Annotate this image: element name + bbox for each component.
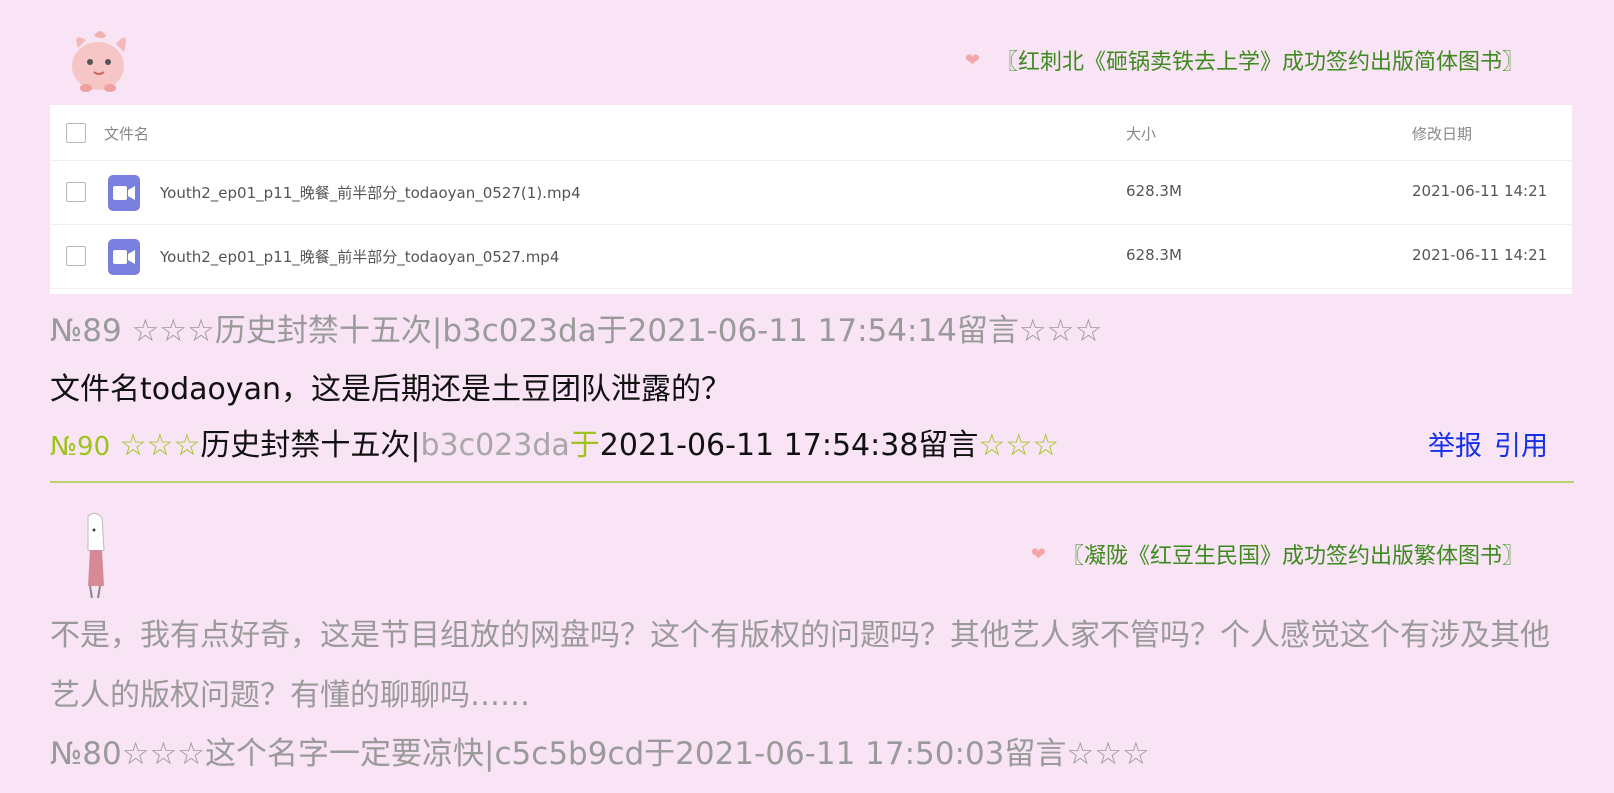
- report-link[interactable]: 举报: [1428, 431, 1482, 462]
- file-date: 2021-06-11 14:21: [1412, 246, 1548, 264]
- user-signature-2: ❤ 〖凝陇《红豆生民国》成功签约出版繁体图书〗: [1031, 538, 1524, 570]
- video-file-icon: [108, 175, 140, 211]
- header-file-name[interactable]: 文件名: [104, 123, 149, 144]
- heart-icon: ❤: [964, 49, 980, 71]
- file-name[interactable]: Youth2_ep01_p11_晚餐_前半部分_todaoyan_0527(1)…: [160, 182, 581, 203]
- quote-link[interactable]: 引用: [1494, 431, 1548, 462]
- comment-header-89: №89 ☆☆☆历史封禁十五次|b3c023da于2021-06-11 17:54…: [50, 313, 1103, 349]
- comment-header-90: №90 ☆☆☆历史封禁十五次|b3c023da于2021-06-11 17:54…: [50, 420, 1059, 464]
- user-avatar-2: [87, 512, 105, 599]
- post-body: 不是，我有点好奇，这是节目组放的网盘吗？这个有版权的问题吗？其他艺人家不管吗？个…: [50, 618, 1550, 713]
- user-signature-1: ❤ 〖红刺北《砸锅卖铁去上学》成功签约出版简体图书〗: [965, 44, 1524, 76]
- header-size[interactable]: 大小: [1126, 123, 1156, 144]
- comment-actions: 举报 引用: [1416, 424, 1548, 463]
- comment-number: №90: [50, 432, 111, 462]
- post-divider: [50, 481, 1574, 483]
- stars-right: ☆☆☆: [978, 428, 1060, 463]
- table-row[interactable]: Youth2_ep01_p11_晚餐_前半部分_todaoyan_0527(1)…: [50, 161, 1572, 225]
- file-size: 628.3M: [1126, 182, 1182, 200]
- header-modified-date[interactable]: 修改日期: [1412, 123, 1472, 144]
- table-header-row: 文件名 大小 修改日期: [50, 105, 1572, 161]
- comment-timestamp: 2021-06-11 17:54:38留言: [599, 428, 979, 463]
- row-checkbox[interactable]: [66, 182, 86, 202]
- heart-icon: ❤: [1030, 543, 1046, 565]
- separator: |: [410, 428, 421, 463]
- comment-user-id: b3c023da: [420, 428, 570, 463]
- row-checkbox[interactable]: [66, 246, 86, 266]
- file-date: 2021-06-11 14:21: [1412, 182, 1548, 200]
- user-avatar-1: [72, 31, 126, 92]
- select-all-checkbox[interactable]: [66, 123, 86, 143]
- comment-header-80: №80☆☆☆这个名字一定要凉快|c5c5b9cd于2021-06-11 17:5…: [50, 736, 1150, 772]
- comment-author: 历史封禁十五次: [200, 428, 411, 463]
- comment-body-question: 文件名todaoyan，这是后期还是土豆团队泄露的？: [50, 372, 732, 407]
- page: ❤ 〖红刺北《砸锅卖铁去上学》成功签约出版简体图书〗 文件名 大小 修改日期 Y…: [0, 0, 1614, 793]
- file-size: 628.3M: [1126, 246, 1182, 264]
- signature-text: 〖红刺北《砸锅卖铁去上学》成功签约出版简体图书〗: [995, 50, 1524, 75]
- stars-left: ☆☆☆: [110, 428, 201, 463]
- video-file-icon: [108, 239, 140, 275]
- table-row[interactable]: Youth2_ep01_p11_晚餐_前半部分_todaoyan_0527.mp…: [50, 225, 1572, 289]
- signature-text: 〖凝陇《红豆生民国》成功签约出版繁体图书〗: [1061, 544, 1524, 569]
- file-name[interactable]: Youth2_ep01_p11_晚餐_前半部分_todaoyan_0527.mp…: [160, 246, 559, 267]
- file-list-table: 文件名 大小 修改日期 Youth2_ep01_p11_晚餐_前半部分_toda…: [50, 105, 1572, 294]
- comment-yu: 于: [569, 428, 600, 463]
